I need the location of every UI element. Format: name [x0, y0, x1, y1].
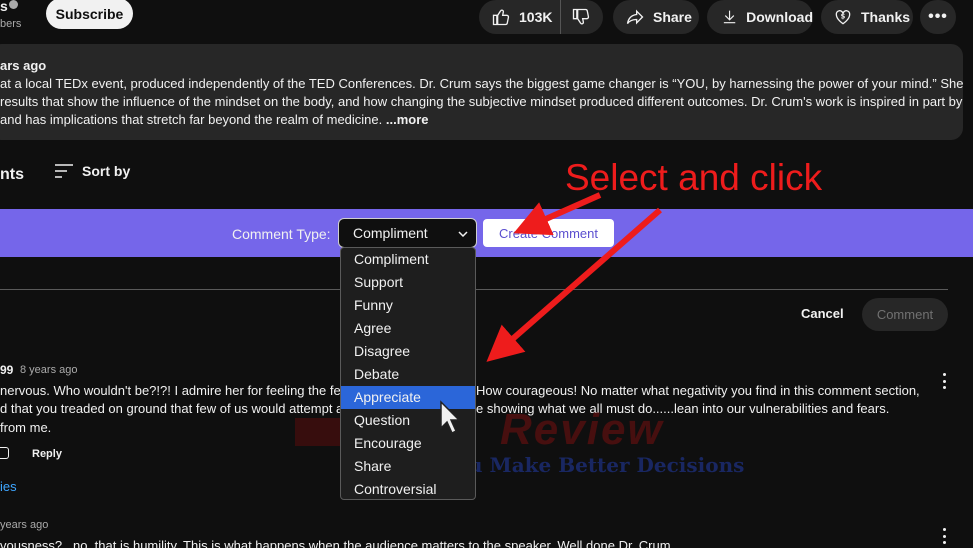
- arrow-to-create-button: [513, 192, 602, 236]
- arrow-to-dropdown: [486, 207, 662, 362]
- annotation-arrows: [486, 192, 662, 362]
- mouse-cursor-icon: [440, 400, 461, 435]
